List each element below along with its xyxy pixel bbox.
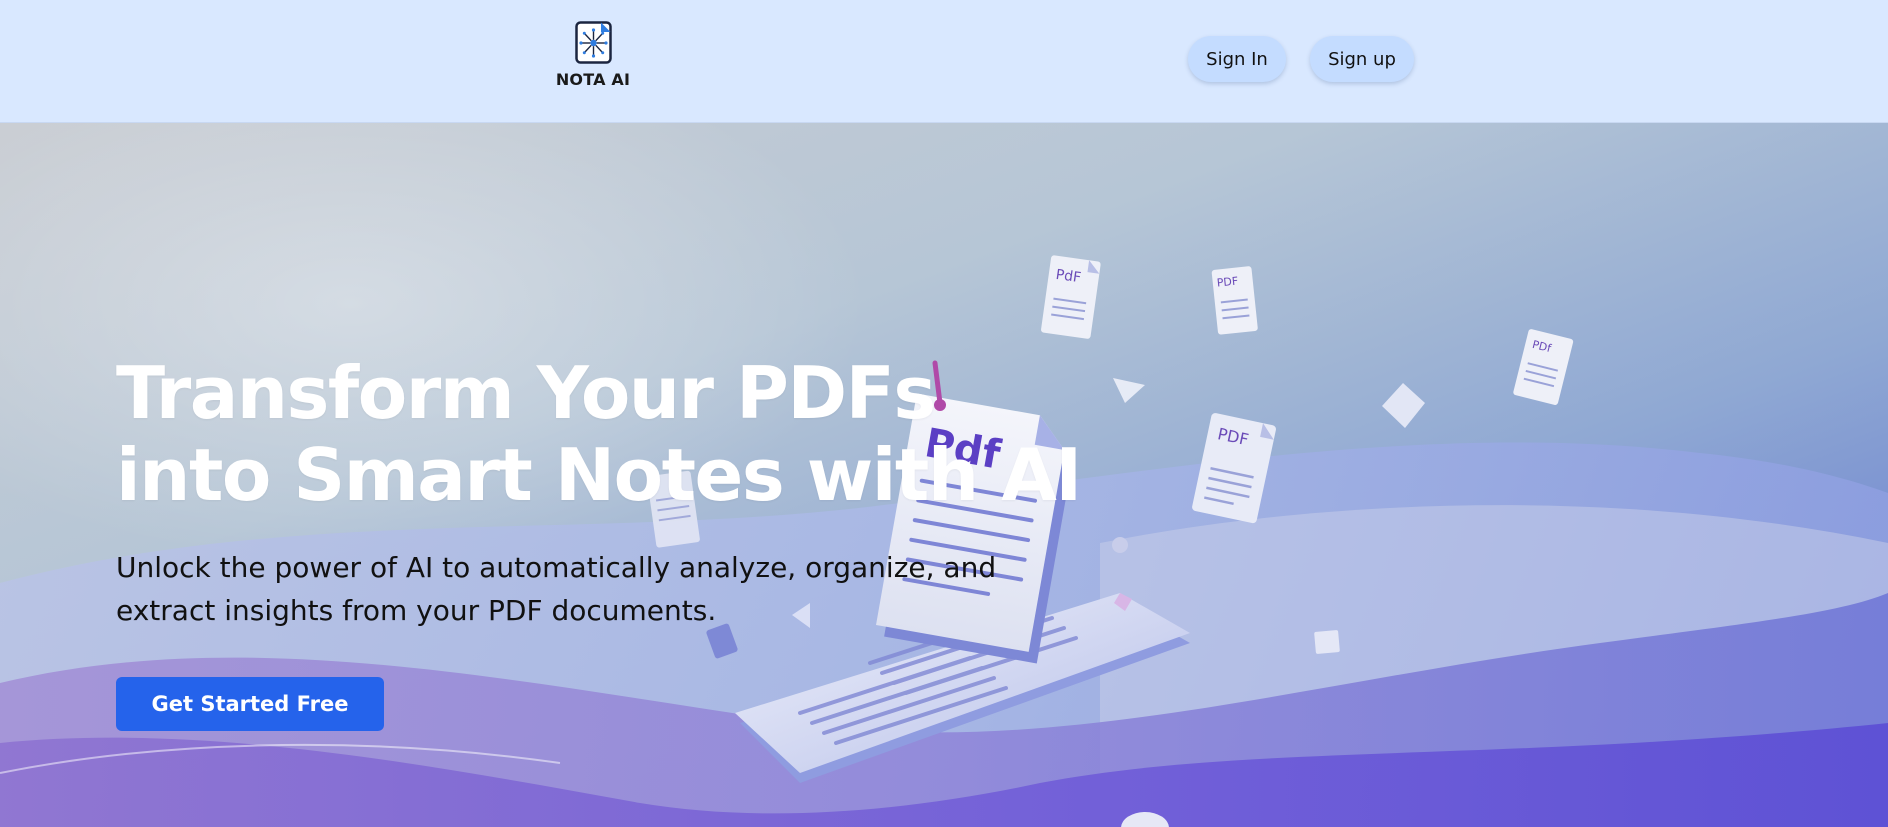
logo[interactable]: NOTA AI: [555, 18, 631, 90]
svg-text:PDF: PDF: [1216, 274, 1239, 289]
hero-section: Pdf PdF PDF PDF PDf Transform Your PDFs …: [0, 123, 1888, 827]
sign-up-button[interactable]: Sign up: [1310, 36, 1414, 82]
hero-subtitle-line-1: Unlock the power of AI to automatically …: [116, 551, 997, 584]
hero-title-line-2: into Smart Notes with AI: [116, 433, 1082, 517]
circuit-document-icon: [575, 21, 612, 64]
top-navbar: NOTA AI Sign In Sign up: [0, 0, 1888, 123]
logo-text: NOTA AI: [555, 70, 631, 89]
hero-subtitle: Unlock the power of AI to automatically …: [116, 546, 1036, 632]
hero-title-line-1: Transform Your PDFs: [116, 351, 936, 435]
landing-page: NOTA AI Sign In Sign up Pdf PdF PDF PDF …: [0, 0, 1888, 827]
hero-subtitle-line-2: extract insights from your PDF documents…: [116, 594, 717, 627]
hero-title: Transform Your PDFs into Smart Notes wit…: [116, 351, 1082, 517]
get-started-button[interactable]: Get Started Free: [116, 677, 384, 731]
floating-doc-2: PDF: [1211, 266, 1258, 335]
sign-in-button[interactable]: Sign In: [1188, 36, 1286, 82]
